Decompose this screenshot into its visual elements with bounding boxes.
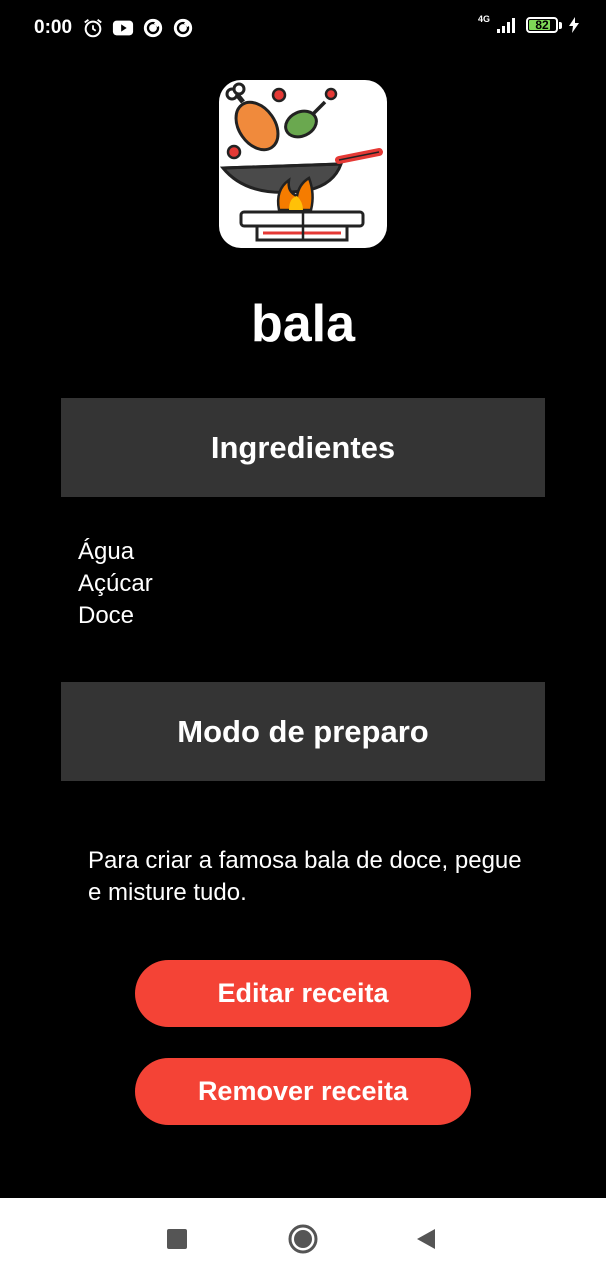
edit-recipe-button[interactable]: Editar receita	[135, 960, 471, 1027]
recents-square-icon	[167, 1229, 187, 1249]
ingredient-item: Água	[78, 538, 135, 565]
ingredient-item: Açúcar	[78, 570, 153, 597]
method-text: Para criar a famosa bala de doce, pegue …	[88, 847, 522, 906]
remove-recipe-button[interactable]: Remover receita	[135, 1058, 471, 1125]
ingredient-item: Doce	[78, 602, 135, 629]
youtube-icon	[112, 20, 134, 36]
back-button[interactable]	[396, 1198, 456, 1280]
home-button[interactable]	[273, 1198, 333, 1280]
ingredients-list: Água Açúcar Doce	[78, 536, 153, 632]
home-circle-icon	[288, 1224, 318, 1254]
network-type: 4G	[477, 13, 490, 24]
status-time: 0:00	[34, 17, 73, 38]
alarm-icon	[84, 19, 102, 38]
ingredients-header: Ingredientes	[61, 398, 545, 497]
notification-icons	[82, 17, 194, 39]
navigation-bar	[0, 1198, 606, 1280]
charging-icon	[569, 17, 579, 33]
recents-button[interactable]	[147, 1198, 207, 1280]
battery-tip	[559, 21, 562, 29]
battery-icon: 82	[526, 17, 558, 33]
app-logo	[219, 80, 387, 248]
recipe-title: bala	[250, 295, 356, 353]
signal-icon	[497, 18, 515, 33]
wok-cooking-icon	[219, 82, 383, 242]
status-bar: 0:00 4G 82	[0, 0, 606, 58]
status-right: 4G 82	[477, 13, 580, 34]
back-triangle-icon	[417, 1229, 435, 1249]
battery-level: 82	[535, 18, 549, 32]
method-header: Modo de preparo	[61, 682, 545, 781]
sync-icon	[173, 18, 193, 38]
sync-icon	[143, 18, 163, 38]
